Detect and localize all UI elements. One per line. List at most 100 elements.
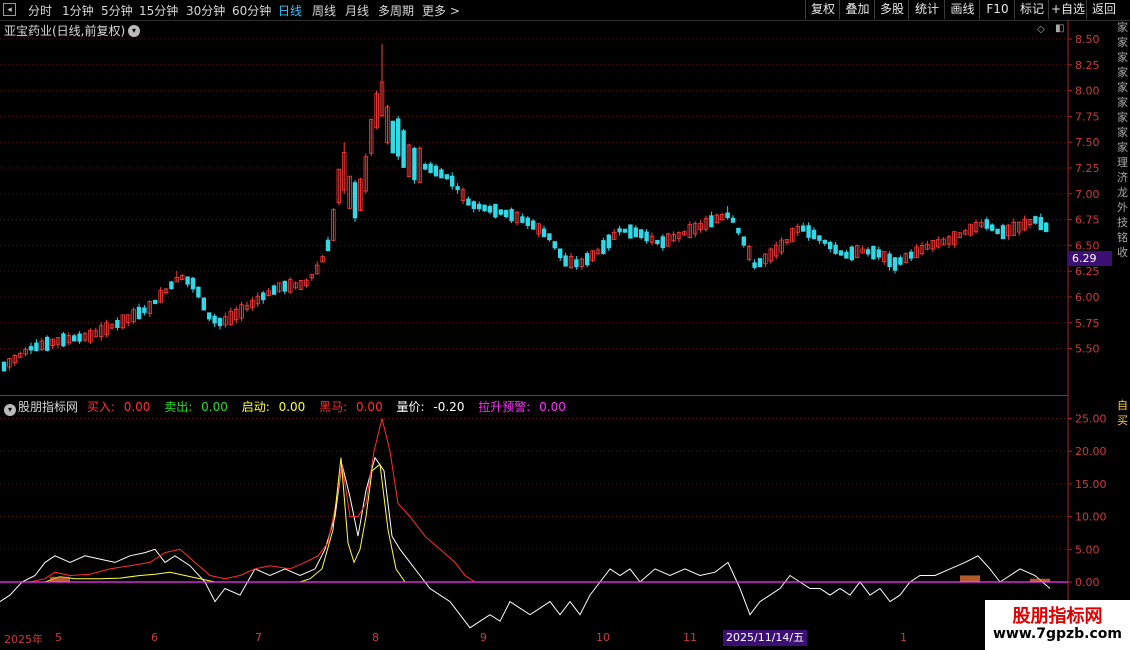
candle-body: [1, 361, 7, 372]
chevron-down-icon[interactable]: ▾: [128, 25, 140, 37]
diamond-icon[interactable]: ◇: [1037, 24, 1045, 35]
right-panel-char: 自: [1117, 399, 1128, 412]
time-tick: 10: [596, 631, 610, 644]
candle-body: [828, 241, 833, 250]
candle-body: [838, 250, 844, 256]
candle-body: [72, 335, 77, 342]
candle-body: [401, 130, 406, 168]
surge-label: 拉升预警:: [478, 400, 531, 414]
candle-body: [887, 253, 892, 268]
statistics-button[interactable]: 统计: [908, 0, 945, 19]
indicator-axis-label: 0.00: [1075, 576, 1100, 589]
candle-body: [169, 281, 174, 290]
draw-line-button[interactable]: 画线: [944, 0, 980, 19]
candle-body: [196, 286, 201, 298]
sell-value: 0.00: [201, 400, 228, 414]
indicator-chart[interactable]: 25.00 20.00 15.00 10.00 5.00 0.00: [0, 396, 1130, 630]
candle-body: [412, 147, 417, 181]
period-tab-15min[interactable]: 15分钟: [139, 2, 178, 19]
overlay-button[interactable]: 叠加: [839, 0, 875, 19]
candle-body: [644, 231, 649, 242]
candle-body: [655, 239, 660, 245]
right-panel-char: 济: [1117, 171, 1128, 184]
time-axis: 2025年 5 6 7 8 9 10 11 1: [0, 630, 1130, 650]
candle-body: [115, 319, 120, 328]
candle-body: [152, 299, 158, 305]
candle-body: [552, 241, 557, 249]
candle-body: [77, 333, 82, 342]
candle-body: [482, 204, 487, 212]
kline-chart[interactable]: 8.508.258.007.757.507.257.006.756.506.25…: [0, 20, 1130, 396]
back-icon[interactable]: ◂: [3, 3, 16, 16]
period-tab-weekly[interactable]: 周线: [312, 2, 336, 19]
right-panel-char: 收: [1117, 246, 1128, 259]
period-tab-more[interactable]: 更多 >: [422, 2, 460, 19]
signal-bar: [1030, 578, 1050, 582]
candle-body: [984, 219, 989, 229]
candle-body: [449, 175, 455, 187]
current-price-badge: 6.29: [1068, 251, 1112, 266]
start-line: [0, 457, 1050, 583]
candle-body: [476, 203, 482, 210]
right-panel-char: 家: [1117, 141, 1128, 154]
right-panel-text: 家家家家家家家家家理济龙外技铭收: [1117, 20, 1130, 260]
period-tab-daily[interactable]: 日线: [278, 2, 302, 19]
period-tab-fenshi[interactable]: 分时: [28, 2, 52, 19]
indicator-chevron-icon[interactable]: ▾: [4, 404, 16, 416]
candle-body: [995, 228, 1000, 235]
candle-body: [352, 182, 358, 219]
window-toggle-icon[interactable]: ◧: [1055, 23, 1064, 34]
candle-body: [633, 227, 638, 238]
price-axis-label: 7.50: [1075, 136, 1100, 149]
price-axis-label: 8.50: [1075, 33, 1100, 46]
candle-body: [61, 333, 66, 347]
candle-body: [730, 217, 736, 223]
period-tab-monthly[interactable]: 月线: [345, 2, 369, 19]
candle-body: [455, 186, 460, 191]
period-tab-30min[interactable]: 30分钟: [186, 2, 225, 19]
candle-body: [563, 255, 568, 267]
candle-body: [217, 317, 223, 327]
candle-body: [34, 342, 39, 352]
adjust-button[interactable]: 复权: [805, 0, 840, 19]
candle-body: [487, 206, 493, 213]
add-watchlist-button[interactable]: +自选: [1048, 0, 1087, 19]
return-button[interactable]: 返回: [1086, 0, 1121, 19]
indicator-axis-label: 5.00: [1075, 543, 1100, 556]
time-tick: 2025年: [4, 633, 43, 646]
candle-body: [395, 118, 401, 157]
candle-body: [531, 220, 536, 230]
candle-body: [622, 228, 628, 233]
candle-body: [865, 249, 871, 255]
right-panel-char: 家: [1117, 21, 1128, 34]
right-panel-char: 买: [1117, 414, 1128, 427]
period-tab-60min[interactable]: 60分钟: [232, 2, 271, 19]
surge-readout: 拉升预警: 0.00: [478, 400, 571, 414]
right-panel-bottom: 自买: [1117, 398, 1128, 428]
period-tab-1min[interactable]: 1分钟: [62, 2, 94, 19]
period-tab-multi[interactable]: 多周期: [378, 2, 414, 19]
indicator-name[interactable]: 股朋指标网: [18, 400, 78, 414]
candle-body: [444, 174, 449, 180]
price-axis-label: 5.75: [1075, 317, 1100, 330]
mark-button[interactable]: 标记: [1014, 0, 1049, 19]
indicator-axis-label: 20.00: [1075, 445, 1107, 458]
f10-button[interactable]: F10: [979, 0, 1015, 19]
candle-body: [660, 236, 665, 249]
multi-stock-button[interactable]: 多股: [874, 0, 909, 19]
time-tick: 6: [151, 631, 158, 644]
candle-body: [736, 227, 741, 234]
candle-body: [574, 259, 579, 268]
candle-body: [422, 164, 428, 170]
time-tick: 5: [55, 631, 62, 644]
candle-body: [849, 246, 854, 261]
top-toolbar: ◂ 分时 1分钟 5分钟 15分钟 30分钟 60分钟 日线 周线 月线 多周期…: [0, 0, 1130, 21]
candle-body: [525, 217, 530, 226]
price-axis-label: 7.25: [1075, 162, 1100, 175]
sell-readout: 卖出: 0.00: [164, 400, 233, 414]
period-tab-5min[interactable]: 5分钟: [101, 2, 133, 19]
candle-body: [801, 225, 806, 232]
candle-body: [990, 224, 995, 231]
crosshair-date-label: 2025/11/14/五: [723, 630, 808, 646]
candle-body: [844, 251, 849, 259]
